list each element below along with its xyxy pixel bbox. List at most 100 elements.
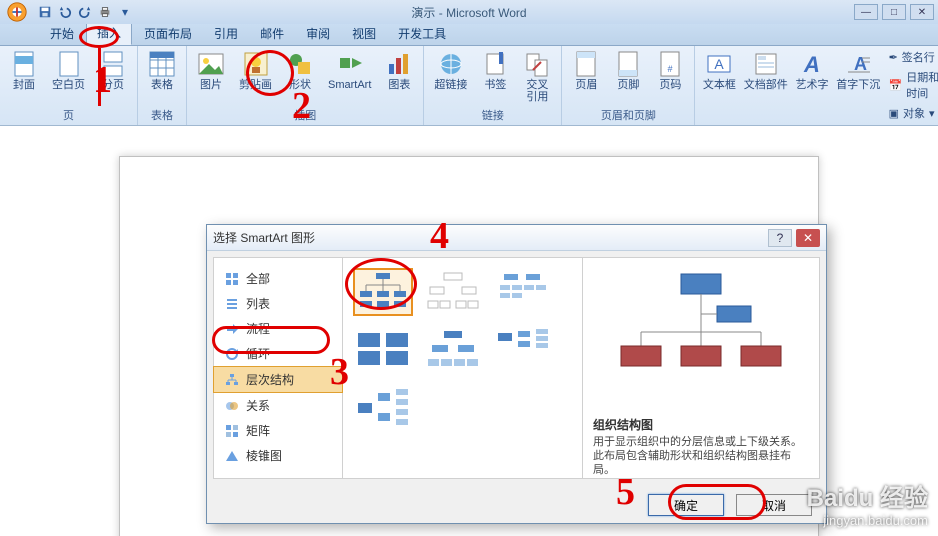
preview-pane: 组织结构图 用于显示组织中的分层信息或上下级关系。此布局包含辅助形状和组织结构图…	[583, 257, 820, 479]
tab-layout[interactable]: 页面布局	[134, 22, 202, 45]
quickparts-button[interactable]: 文档部件	[743, 48, 788, 93]
footer-button[interactable]: 页脚	[610, 48, 646, 93]
header-button[interactable]: 页眉	[568, 48, 604, 93]
cat-list-label: 列表	[246, 295, 270, 312]
cover-page-label: 封面	[13, 79, 35, 91]
dialog-close-button[interactable]: ✕	[796, 229, 820, 247]
cat-relation-label: 关系	[246, 397, 270, 414]
save-icon[interactable]	[38, 5, 52, 19]
group-tables: 表格 表格	[138, 46, 187, 125]
datetime-button[interactable]: 📅日期和时间	[887, 68, 938, 102]
cover-page-button[interactable]: 封面	[6, 48, 42, 93]
layout-hierarchy-2[interactable]	[423, 268, 483, 316]
sigline-button[interactable]: ✒签名行 ▾	[887, 48, 938, 66]
print-icon[interactable]	[98, 5, 112, 19]
preview-image	[593, 268, 809, 408]
layout-hierarchy-4[interactable]	[353, 326, 413, 374]
ok-button[interactable]: 确定	[648, 494, 724, 516]
layout-hierarchy-7[interactable]	[353, 384, 413, 432]
smartart-dialog: 选择 SmartArt 图形 ? ✕ 全部 列表 流程 循环 层次结构 关系 矩…	[206, 224, 827, 524]
tab-review[interactable]: 审阅	[296, 22, 340, 45]
cat-list[interactable]: 列表	[214, 291, 342, 316]
footer-label: 页脚	[617, 79, 639, 91]
table-button[interactable]: 表格	[144, 48, 180, 93]
object-button[interactable]: ▣对象 ▾	[887, 104, 938, 122]
shapes-label: 形状	[289, 79, 311, 91]
cat-relationship[interactable]: 关系	[214, 393, 342, 418]
dropcap-label: 首字下沉	[836, 79, 880, 91]
textbox-button[interactable]: A文本框	[701, 48, 737, 93]
watermark-brand: Baidu 经验	[807, 478, 928, 513]
group-text: A文本框 文档部件 A艺术字 A首字下沉 ✒签名行 ▾ 📅日期和时间 ▣对象 ▾…	[695, 46, 938, 125]
group-links: 超链接 书签 交叉 引用 链接	[424, 46, 562, 125]
tab-mailings[interactable]: 邮件	[250, 22, 294, 45]
tab-references[interactable]: 引用	[204, 22, 248, 45]
hyperlink-button[interactable]: 超链接	[430, 48, 471, 93]
group-pages: 封面 空白页 分页 页	[0, 46, 138, 125]
matrix-icon	[224, 423, 240, 439]
process-icon	[224, 321, 240, 337]
relation-icon	[224, 398, 240, 414]
cat-matrix[interactable]: 矩阵	[214, 418, 342, 443]
picture-button[interactable]: 图片	[193, 48, 229, 93]
object-icon: ▣	[889, 107, 899, 120]
close-button[interactable]: ✕	[910, 4, 934, 20]
dialog-titlebar[interactable]: 选择 SmartArt 图形 ? ✕	[207, 225, 826, 251]
titlebar: ▾ 演示 - Microsoft Word — □ ✕	[0, 0, 938, 24]
crossref-button[interactable]: 交叉 引用	[519, 48, 555, 105]
dropcap-button[interactable]: A首字下沉	[836, 48, 881, 93]
hierarchy-icon	[224, 372, 240, 388]
header-label: 页眉	[575, 79, 597, 91]
chart-button[interactable]: 图表	[381, 48, 417, 93]
clipart-button[interactable]: 剪贴画	[235, 48, 276, 93]
maximize-button[interactable]: □	[882, 4, 906, 20]
group-tables-label: 表格	[144, 105, 180, 125]
minimize-button[interactable]: —	[854, 4, 878, 20]
app-title: 演示 - Microsoft Word	[411, 4, 526, 21]
group-illustrations: 图片 剪贴画 形状 SmartArt 图表 插图	[187, 46, 424, 125]
page-break-button[interactable]: 分页	[95, 48, 131, 93]
datetime-label: 日期和时间	[906, 69, 938, 101]
cat-cycle-label: 循环	[246, 345, 270, 362]
quickparts-label: 文档部件	[744, 79, 788, 91]
pageno-label: 页码	[659, 79, 681, 91]
picture-label: 图片	[200, 79, 222, 91]
sigline-label: 签名行	[902, 49, 935, 65]
cat-process[interactable]: 流程	[214, 316, 342, 341]
preview-title: 组织结构图	[593, 416, 809, 433]
redo-icon[interactable]	[78, 5, 92, 19]
layout-hierarchy-6[interactable]	[493, 326, 553, 374]
cancel-button[interactable]: 取消	[736, 494, 812, 516]
cat-pyramid[interactable]: 棱锥图	[214, 443, 342, 468]
layout-hierarchy-5[interactable]	[423, 326, 483, 374]
group-headerfooter-label: 页眉和页脚	[568, 105, 688, 125]
layout-hierarchy-3[interactable]	[493, 268, 553, 316]
dialog-title: 选择 SmartArt 图形	[213, 229, 764, 246]
pyramid-icon	[224, 448, 240, 464]
tab-developer[interactable]: 开发工具	[388, 22, 456, 45]
cat-process-label: 流程	[246, 320, 270, 337]
tab-start[interactable]: 开始	[40, 22, 84, 45]
undo-icon[interactable]	[58, 5, 72, 19]
shapes-button[interactable]: 形状	[282, 48, 318, 93]
ribbon: 封面 空白页 分页 页 表格 表格 图片 剪贴画 形状 SmartArt 图表 …	[0, 46, 938, 126]
cat-cycle[interactable]: 循环	[214, 341, 342, 366]
bookmark-button[interactable]: 书签	[477, 48, 513, 93]
office-button[interactable]	[0, 0, 34, 24]
layout-gallery	[343, 257, 583, 479]
cat-all-label: 全部	[246, 270, 270, 287]
wordart-button[interactable]: A艺术字	[794, 48, 830, 93]
tab-view[interactable]: 视图	[342, 22, 386, 45]
dialog-help-button[interactable]: ?	[768, 229, 792, 247]
cat-hierarchy[interactable]: 层次结构	[213, 366, 343, 393]
page-break-label: 分页	[102, 79, 124, 91]
blank-page-button[interactable]: 空白页	[48, 48, 89, 93]
cat-all[interactable]: 全部	[214, 266, 342, 291]
layout-org-chart[interactable]	[353, 268, 413, 316]
watermark-url: jingyan.baidu.com	[807, 513, 928, 528]
smartart-button[interactable]: SmartArt	[324, 48, 375, 93]
qat-more-icon[interactable]: ▾	[118, 5, 132, 19]
pageno-button[interactable]: #页码	[652, 48, 688, 93]
table-label: 表格	[151, 79, 173, 91]
group-illustrations-label: 插图	[193, 105, 417, 125]
